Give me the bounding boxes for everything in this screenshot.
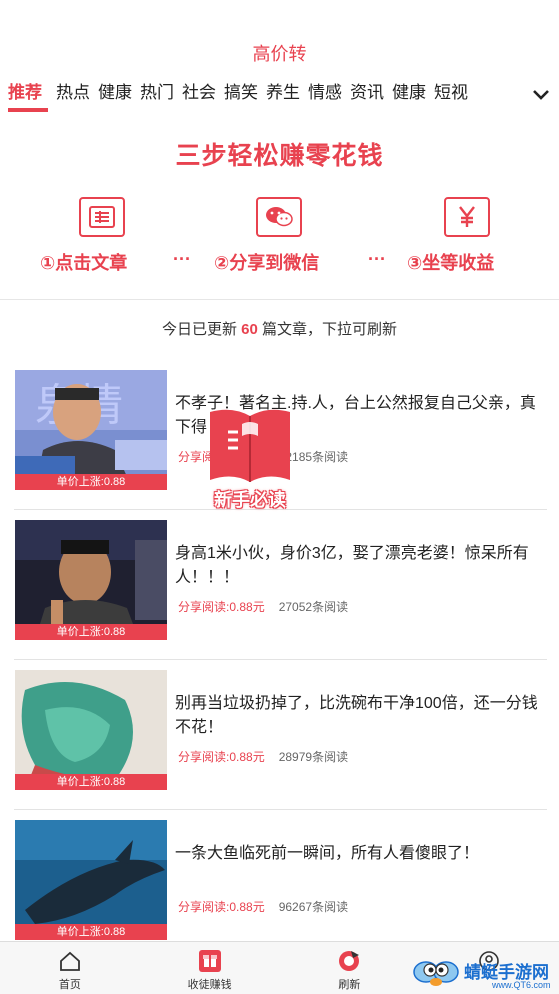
newbie-guide-button[interactable]: 新手必读	[204, 404, 296, 514]
article-item[interactable]: 单价上涨:0.88 一条大鱼临死前一瞬间，所有人看傻眼了！ 分享阅读:0.88元…	[0, 810, 559, 960]
article-item[interactable]: 单价上涨:0.88 别再当垃圾扔掉了，比洗碗布干净100倍，还一分钱不花！ 分享…	[0, 660, 559, 810]
share-reward: 分享阅读:0.88元	[178, 600, 265, 614]
article-title[interactable]: 一条大鱼临死前一瞬间，所有人看傻眼了！	[175, 842, 545, 866]
article-thumbnail[interactable]: 单价上涨:0.88	[15, 520, 167, 640]
yuan-icon	[444, 197, 490, 237]
update-count: 60	[241, 321, 258, 338]
update-notice: 今日已更新 60 篇文章，下拉可刷新	[0, 318, 559, 339]
gift-icon	[197, 948, 223, 974]
nav-recruit-earn[interactable]: 收徒赚钱	[140, 942, 280, 994]
tab-recommend[interactable]: 推荐	[8, 78, 48, 112]
tab-society[interactable]: 社会	[182, 78, 224, 112]
tab-funny[interactable]: 搞笑	[224, 78, 266, 112]
refresh-icon	[336, 948, 362, 974]
nav-home[interactable]: 首页	[0, 942, 140, 994]
price-tag: 单价上涨:0.88	[15, 474, 167, 490]
step-3-label: ③坐等收益	[407, 253, 495, 273]
article-meta: 分享阅读:0.88元 27052条阅读	[178, 598, 348, 615]
price-tag: 单价上涨:0.88	[15, 624, 167, 640]
watermark-url: www.QT6.com	[492, 980, 551, 990]
tabs-expand-button[interactable]	[523, 78, 559, 112]
steps-banner: ①点击文章 ··· ②分享到微信 ··· ③坐等收益	[0, 195, 559, 285]
category-tabs: 推荐 热点 健康 热门 社会 搞笑 养生 情感 资讯 健康 短视	[0, 78, 559, 114]
read-count: 27052条阅读	[278, 600, 349, 614]
article-thumbnail[interactable]: 泉情 单价上涨:0.88	[15, 370, 167, 490]
banner-divider	[0, 299, 559, 300]
tab-popular[interactable]: 热门	[140, 78, 182, 112]
step-dots-1: ···	[173, 249, 191, 269]
chevron-down-icon	[533, 90, 549, 100]
update-prefix: 今日已更新	[161, 321, 242, 338]
read-count: 96267条阅读	[278, 900, 349, 914]
tab-news[interactable]: 资讯	[350, 78, 392, 112]
read-count: 28979条阅读	[278, 750, 349, 764]
wechat-icon	[256, 197, 302, 237]
home-icon	[57, 948, 83, 974]
nav-refresh-label: 刷新	[338, 979, 361, 991]
step-1-label: ①点击文章	[40, 253, 128, 273]
watermark: 蜻蜓手游网 www.QT6.com	[412, 952, 559, 994]
share-reward: 分享阅读:0.88元	[178, 750, 265, 764]
nav-home-label: 首页	[58, 979, 81, 991]
price-tag: 单价上涨:0.88	[15, 924, 167, 940]
article-title[interactable]: 身高1米小伙，身价3亿，娶了漂亮老婆！惊呆所有人！！！	[175, 542, 545, 590]
dragonfly-logo-icon	[413, 961, 459, 986]
tab-wellness[interactable]: 养生	[266, 78, 308, 112]
share-reward: 分享阅读:0.88元	[178, 900, 265, 914]
update-suffix: 篇文章，下拉可刷新	[257, 321, 398, 338]
book-icon	[210, 409, 290, 482]
newbie-guide-label: 新手必读	[214, 490, 286, 510]
article-meta: 分享阅读:0.88元 96267条阅读	[178, 898, 348, 915]
nav-recruit-label: 收徒赚钱	[187, 979, 232, 991]
tab-health[interactable]: 健康	[98, 78, 140, 112]
article-item[interactable]: 单价上涨:0.88 身高1米小伙，身价3亿，娶了漂亮老婆！惊呆所有人！！！ 分享…	[0, 510, 559, 660]
tab-short-video[interactable]: 短视	[434, 78, 476, 112]
app-title: 高价转	[252, 44, 307, 64]
step-dots-2: ···	[368, 249, 386, 269]
article-meta: 分享阅读:0.88元 28979条阅读	[178, 748, 348, 765]
article-title[interactable]: 别再当垃圾扔掉了，比洗碗布干净100倍，还一分钱不花！	[175, 692, 545, 740]
price-tag: 单价上涨:0.88	[15, 774, 167, 790]
tab-hot[interactable]: 热点	[56, 78, 98, 112]
article-thumbnail[interactable]: 单价上涨:0.88	[15, 820, 167, 940]
tab-emotion[interactable]: 情感	[308, 78, 350, 112]
tab-health-2[interactable]: 健康	[392, 78, 434, 112]
article-icon	[79, 197, 125, 237]
step-2-label: ②分享到微信	[214, 253, 320, 273]
article-thumbnail[interactable]: 单价上涨:0.88	[15, 670, 167, 790]
nav-refresh[interactable]: 刷新	[280, 942, 420, 994]
banner-title: 三步轻松赚零花钱	[175, 142, 384, 170]
